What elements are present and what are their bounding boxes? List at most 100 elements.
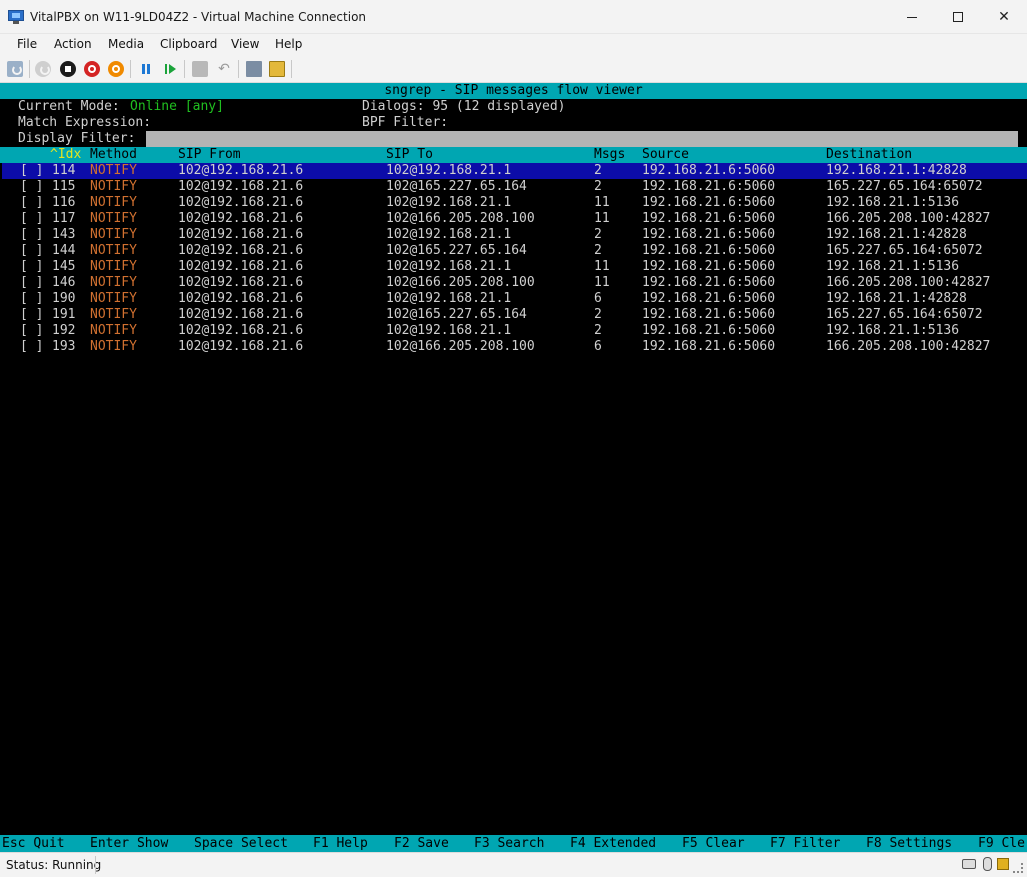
toolbar-separator: [130, 60, 131, 78]
col-sip-to[interactable]: SIP To: [386, 147, 433, 163]
row-checkbox[interactable]: [ ]: [20, 227, 43, 243]
row-checkbox[interactable]: [ ]: [20, 163, 43, 179]
mode-value: Online [any]: [130, 99, 224, 114]
table-row[interactable]: [ ] 145 NOTIFY 102@192.168.21.6 102@192.168.…: [2, 259, 1027, 275]
table-row[interactable]: [ ] 114 NOTIFY 102@192.168.21.6 102@192.168.…: [2, 163, 1027, 179]
table-row[interactable]: [ ] 117 NOTIFY 102@192.168.21.6 102@166.205.…: [2, 211, 1027, 227]
row-destination: 192.168.21.1:5136: [826, 195, 960, 210]
footer-key-f3[interactable]: F3 Search: [474, 835, 544, 852]
row-idx: 146: [52, 275, 76, 290]
minimize-button[interactable]: [889, 0, 935, 34]
resize-grip-icon[interactable]: [1013, 863, 1023, 873]
row-method: NOTIFY: [90, 323, 137, 338]
footer-key-action: Extended: [593, 836, 657, 851]
start-icon[interactable]: [35, 61, 51, 77]
row-method: NOTIFY: [90, 195, 137, 210]
col-source[interactable]: Source: [642, 147, 689, 163]
close-button[interactable]: ✕: [981, 0, 1027, 34]
status-separator: [95, 856, 96, 874]
checkpoint-icon[interactable]: [192, 61, 208, 77]
resume-icon[interactable]: [162, 61, 178, 77]
table-row[interactable]: [ ] 115 NOTIFY 102@192.168.21.6 102@165.227.…: [2, 179, 1027, 195]
footer-key-f8[interactable]: F8 Settings: [866, 835, 952, 852]
lock-icon: [997, 858, 1009, 870]
revert-icon[interactable]: ↶: [216, 61, 232, 77]
row-sip-from: 102@192.168.21.6: [178, 259, 304, 274]
col-sip-from[interactable]: SIP From: [178, 147, 241, 163]
menu-help[interactable]: Help: [275, 37, 302, 51]
ctrl-alt-del-icon[interactable]: [7, 61, 23, 77]
col-idx[interactable]: ^Idx: [50, 147, 81, 163]
footer-key-f1[interactable]: F1 Help: [313, 835, 368, 852]
col-method[interactable]: Method: [90, 147, 137, 163]
vm-connection-icon: [8, 10, 24, 24]
row-checkbox[interactable]: [ ]: [20, 179, 43, 195]
row-checkbox[interactable]: [ ]: [20, 275, 43, 291]
row-sip-to: 102@192.168.21.1: [386, 259, 512, 274]
table-row[interactable]: [ ] 116 NOTIFY 102@192.168.21.6 102@192.168.…: [2, 195, 1027, 211]
menu-file[interactable]: File: [17, 37, 37, 51]
table-row[interactable]: [ ] 146 NOTIFY 102@192.168.21.6 102@166.205.…: [2, 275, 1027, 291]
match-expression-label: Match Expression:: [18, 115, 152, 130]
maximize-button[interactable]: [935, 0, 981, 34]
row-idx: 192: [52, 323, 76, 338]
row-source: 192.168.21.6:5060: [642, 307, 776, 322]
window-titlebar: VitalPBX on W11-9LD04Z2 - Virtual Machin…: [0, 0, 1027, 34]
row-method: NOTIFY: [90, 307, 137, 322]
status-bar: Status: Running: [0, 852, 1027, 877]
footer-key-f7[interactable]: F7 Filter: [770, 835, 840, 852]
row-msgs: 11: [594, 259, 610, 274]
row-checkbox[interactable]: [ ]: [20, 339, 43, 355]
row-checkbox[interactable]: [ ]: [20, 307, 43, 323]
table-row[interactable]: [ ] 143 NOTIFY 102@192.168.21.6 102@192.168.…: [2, 227, 1027, 243]
footer-key-f9[interactable]: F9 Cle: [978, 835, 1025, 852]
row-checkbox[interactable]: [ ]: [20, 323, 43, 339]
power-icon[interactable]: [108, 61, 124, 77]
table-row[interactable]: [ ] 144 NOTIFY 102@192.168.21.6 102@165.227.…: [2, 243, 1027, 259]
vm-console-screen[interactable]: sngrep - SIP messages flow viewer Curren…: [0, 83, 1027, 852]
pause-icon[interactable]: [138, 61, 154, 77]
footer-key-f4[interactable]: F4 Extended: [570, 835, 656, 852]
enhanced-session-icon[interactable]: [269, 61, 285, 77]
menu-view[interactable]: View: [231, 37, 259, 51]
row-msgs: 2: [594, 179, 602, 194]
footer-key-enter[interactable]: Enter Show: [90, 835, 168, 852]
close-icon: ✕: [998, 9, 1010, 25]
row-msgs: 11: [594, 195, 610, 210]
footer-key-label: F1: [313, 836, 329, 851]
menu-action[interactable]: Action: [54, 37, 92, 51]
row-destination: 192.168.21.1:42828: [826, 291, 967, 306]
toolbar-separator: [238, 60, 239, 78]
footer-key-f5[interactable]: F5 Clear: [682, 835, 745, 852]
row-checkbox[interactable]: [ ]: [20, 243, 43, 259]
row-idx: 190: [52, 291, 76, 306]
row-checkbox[interactable]: [ ]: [20, 291, 43, 307]
table-row[interactable]: [ ] 193 NOTIFY 102@192.168.21.6 102@166.205.…: [2, 339, 1027, 355]
footer-key-space[interactable]: Space Select: [194, 835, 288, 852]
row-sip-to: 102@166.205.208.100: [386, 211, 535, 226]
row-checkbox[interactable]: [ ]: [20, 211, 43, 227]
col-msgs[interactable]: Msgs: [594, 147, 625, 163]
footer-key-f2[interactable]: F2 Save: [394, 835, 449, 852]
row-sip-from: 102@192.168.21.6: [178, 291, 304, 306]
table-row[interactable]: [ ] 191 NOTIFY 102@192.168.21.6 102@165.227.…: [2, 307, 1027, 323]
table-row[interactable]: [ ] 190 NOTIFY 102@192.168.21.6 102@192.168.…: [2, 291, 1027, 307]
col-destination[interactable]: Destination: [826, 147, 912, 163]
display-filter-input[interactable]: [146, 131, 1018, 147]
row-idx: 145: [52, 259, 76, 274]
menu-clipboard[interactable]: Clipboard: [160, 37, 217, 51]
row-msgs: 2: [594, 227, 602, 242]
row-checkbox[interactable]: [ ]: [20, 259, 43, 275]
sngrep-title: sngrep - SIP messages flow viewer: [0, 83, 1027, 99]
row-source: 192.168.21.6:5060: [642, 179, 776, 194]
mode-label: Current Mode:: [18, 99, 120, 114]
share-icon[interactable]: [246, 61, 262, 77]
table-row[interactable]: [ ] 192 NOTIFY 102@192.168.21.6 102@192.168.…: [2, 323, 1027, 339]
menu-bar: File Action Media Clipboard View Help: [0, 34, 1027, 56]
menu-media[interactable]: Media: [108, 37, 144, 51]
footer-key-esc[interactable]: Esc Quit: [2, 835, 65, 852]
turn-off-icon[interactable]: [60, 61, 76, 77]
shut-down-icon[interactable]: [84, 61, 100, 77]
row-checkbox[interactable]: [ ]: [20, 195, 43, 211]
row-idx: 193: [52, 339, 76, 354]
